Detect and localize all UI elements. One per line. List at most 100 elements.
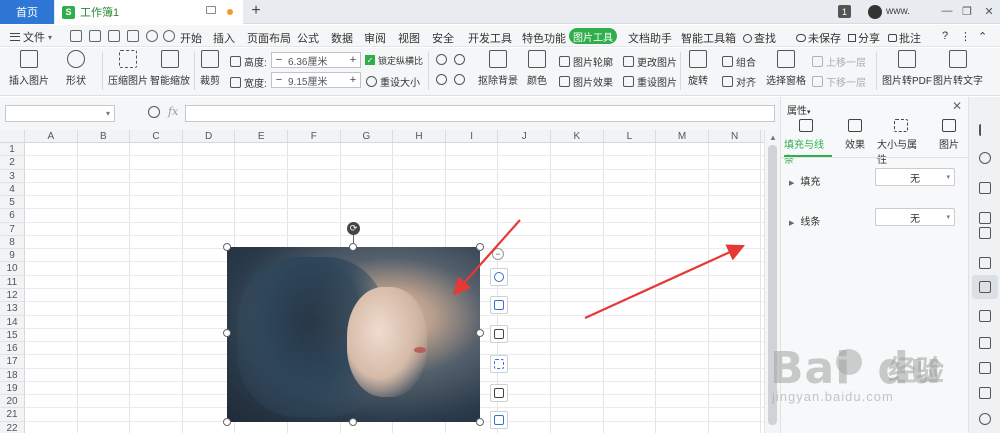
row-header[interactable]: 3 (0, 169, 25, 183)
bring-forward-button[interactable]: 上移一层 (812, 54, 866, 69)
selected-picture[interactable] (227, 247, 480, 422)
tab-picture[interactable]: 图片 (927, 119, 971, 151)
resize-handle-nw[interactable] (223, 243, 231, 251)
menu-insert[interactable]: 插入 (213, 30, 235, 46)
help-button[interactable]: ? (942, 30, 948, 42)
line-select[interactable]: 无 ▾ (875, 208, 955, 226)
picture-effects-button[interactable]: 图片效果 (559, 74, 613, 89)
column-header[interactable]: J (498, 130, 551, 143)
row-header[interactable]: 13 (0, 302, 25, 316)
zoom-icon[interactable] (148, 106, 160, 118)
selection-pane-button[interactable]: 选择窗格 (766, 50, 806, 87)
annotate-button[interactable]: 批注 (888, 30, 921, 46)
row-header[interactable]: 6 (0, 209, 25, 223)
share-button[interactable]: 分享 (848, 30, 880, 46)
fx-icon[interactable]: fx (168, 105, 178, 118)
lock-ratio-checkbox[interactable]: ✓ (365, 55, 375, 65)
height-decrease-button[interactable]: − (272, 53, 286, 67)
print-preview-icon[interactable] (127, 30, 139, 42)
menu-doc-assistant[interactable]: 文档助手 (628, 30, 672, 46)
crop-tool[interactable] (490, 325, 508, 343)
remove-bg-tool[interactable] (490, 296, 508, 314)
smart-zoom-button[interactable]: 智能缩放 (150, 50, 190, 87)
height-stepper[interactable]: − 6.36厘米 + (271, 52, 361, 68)
menu-home[interactable]: 开始 (180, 30, 202, 46)
collapse-ribbon-icon[interactable]: ⌃ (978, 30, 987, 43)
row-header[interactable]: 19 (0, 381, 25, 396)
resize-handle-ne[interactable] (476, 243, 484, 251)
send-backward-button[interactable]: 下移一层 (812, 74, 866, 89)
new-tab-button[interactable]: + (247, 2, 265, 20)
row-header[interactable]: 14 (0, 315, 25, 329)
width-decrease-button[interactable]: − (272, 73, 286, 87)
row-header[interactable]: 4 (0, 182, 25, 197)
restore-button[interactable]: ❐ (960, 4, 974, 18)
crop-button[interactable]: 裁剪 (200, 50, 220, 87)
paragraph-icon[interactable] (979, 212, 991, 224)
reset-size-button[interactable]: 重设大小 (366, 74, 420, 89)
column-header[interactable]: I (446, 130, 499, 143)
picture-to-pdf-tool[interactable] (490, 411, 508, 429)
menu-view[interactable]: 视图 (398, 30, 420, 46)
rotate-button[interactable]: 旋转 (688, 50, 708, 87)
select-all-corner[interactable] (0, 130, 25, 143)
resize-handle-sw[interactable] (223, 418, 231, 426)
pictures-icon[interactable] (979, 182, 991, 194)
menu-page-layout[interactable]: 页面布局 (247, 30, 291, 46)
row-header[interactable]: 17 (0, 355, 25, 369)
contrast-down-icon[interactable] (454, 54, 465, 65)
compress-button[interactable]: 压缩图片 (108, 50, 148, 87)
chart-icon[interactable] (979, 257, 991, 269)
menu-security[interactable]: 安全 (432, 30, 454, 46)
tab-home[interactable]: 首页 (0, 0, 54, 24)
table-style-icon[interactable] (979, 227, 991, 239)
remove-background-button[interactable]: 抠除背景 (478, 50, 518, 87)
menu-picture-tools[interactable]: 图片工具 (569, 28, 617, 44)
menu-developer[interactable]: 开发工具 (468, 30, 512, 46)
row-header[interactable]: 9 (0, 249, 25, 263)
menu-smart-toolbox[interactable]: 智能工具箱 (681, 30, 736, 46)
formula-input[interactable] (185, 105, 775, 122)
menu-data[interactable]: 数据 (331, 30, 353, 46)
zoom-in-tool[interactable] (490, 268, 508, 286)
picture-to-text-tool[interactable] (490, 384, 508, 402)
menu-review[interactable]: 审阅 (364, 30, 386, 46)
picture-to-pdf-button[interactable]: 图片转PDF (882, 50, 932, 87)
width-increase-button[interactable]: + (346, 73, 360, 87)
row-header[interactable]: 10 (0, 262, 25, 276)
redo-icon[interactable] (163, 30, 175, 42)
column-header[interactable]: G (341, 130, 394, 143)
row-header[interactable]: 11 (0, 275, 25, 289)
row-header[interactable]: 18 (0, 368, 25, 382)
row-header[interactable]: 12 (0, 288, 25, 303)
properties-icon[interactable] (979, 281, 991, 293)
contrast-up-icon[interactable] (436, 54, 447, 65)
resize-handle-n[interactable] (349, 243, 357, 251)
resize-handle-e[interactable] (476, 329, 484, 337)
file-menu[interactable]: 文件 ▾ (10, 29, 52, 45)
picture-to-text-button[interactable]: 图片转文字 (933, 50, 983, 87)
close-window-button[interactable]: ✕ (982, 4, 996, 18)
user-name[interactable]: www. (886, 6, 910, 17)
export-icon[interactable] (979, 362, 991, 374)
name-box[interactable]: ▾ (5, 105, 115, 122)
fill-section-toggle[interactable]: ▶ 填充 (789, 173, 820, 188)
tab-document[interactable]: S 工作簿1 (55, 0, 243, 24)
layers-icon[interactable] (979, 337, 991, 349)
column-header[interactable]: M (656, 130, 709, 143)
image-library-icon[interactable] (979, 387, 991, 399)
row-header[interactable]: 2 (0, 156, 25, 170)
more-options-icon[interactable]: ⋮ (960, 30, 971, 43)
column-header[interactable]: H (393, 130, 446, 143)
fill-select[interactable]: 无 ▾ (875, 168, 955, 186)
font-icon[interactable] (979, 310, 991, 322)
row-header[interactable]: 5 (0, 196, 25, 210)
tab-size-properties[interactable]: 大小与属性 (877, 119, 925, 166)
window-count-badge[interactable]: 1 (838, 5, 851, 18)
column-header[interactable]: B (78, 130, 131, 143)
column-header[interactable]: L (604, 130, 657, 143)
line-section-toggle[interactable]: ▶ 线条 (789, 213, 820, 228)
resize-handle-se[interactable] (476, 418, 484, 426)
column-header[interactable]: D (183, 130, 236, 143)
menu-features[interactable]: 特色功能 (522, 30, 566, 46)
